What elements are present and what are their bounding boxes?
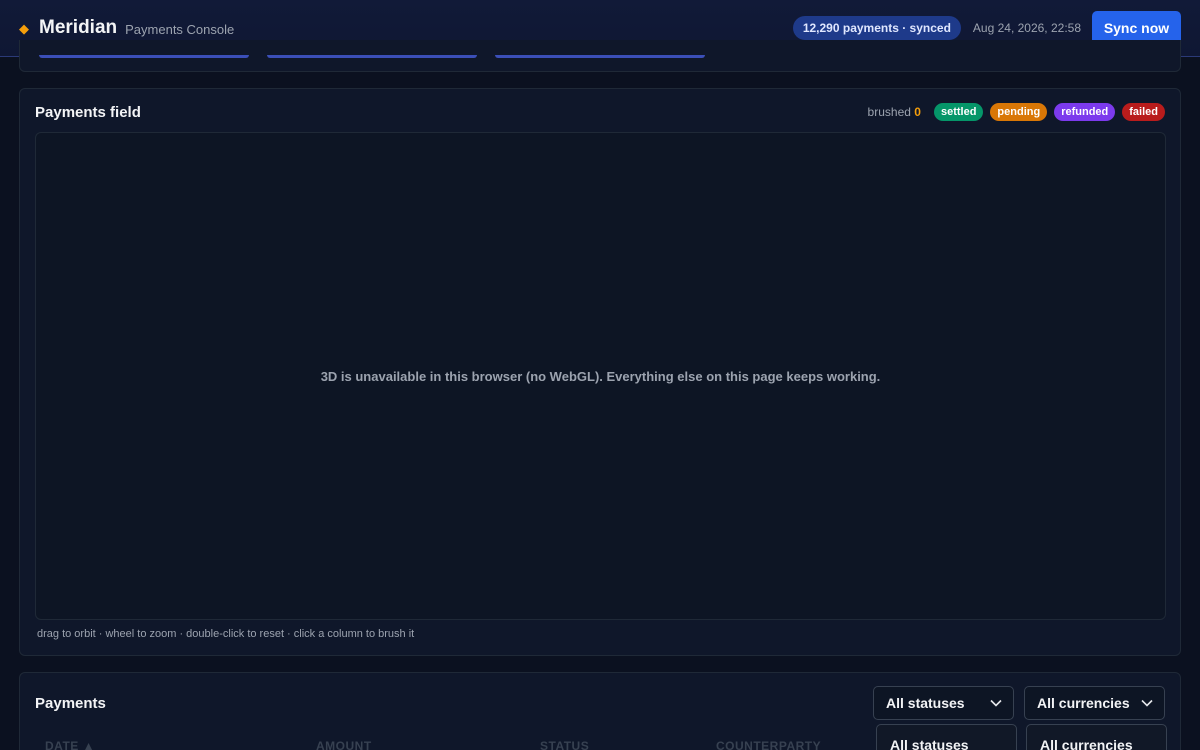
status-filter-value: All statuses: [886, 695, 965, 711]
column-header-status[interactable]: STATUS: [540, 739, 589, 750]
payments-field-panel: Payments field brushed 0 settled pending…: [19, 88, 1181, 656]
summary-tab-3[interactable]: [495, 55, 705, 58]
status-legend: brushed 0 settled pending refunded faile…: [868, 103, 1165, 121]
payments-title: Payments: [35, 695, 106, 712]
summary-tab-1[interactable]: [39, 55, 249, 58]
legend-chip-failed[interactable]: failed: [1122, 103, 1165, 121]
brand-subtitle: Payments Console: [125, 22, 235, 37]
payments-panel: Payments All statuses All currencies DAT…: [19, 672, 1181, 750]
webgl-fallback-message: 3D is unavailable in this browser (no We…: [320, 368, 881, 384]
legend-chip-pending[interactable]: pending: [990, 103, 1048, 121]
brushed-counter: brushed 0: [868, 105, 921, 119]
currency-filter-select[interactable]: All currencies: [1024, 686, 1165, 720]
payments-field-title: Payments field: [35, 104, 141, 121]
sync-timestamp: Aug 24, 2026, 22:58: [972, 21, 1081, 35]
currency-filter-value: All currencies: [1037, 695, 1130, 711]
legend-chip-settled[interactable]: settled: [933, 103, 984, 121]
currency-options-dropdown[interactable]: All currencies: [1026, 724, 1167, 750]
payments-filters: All statuses All currencies: [873, 686, 1165, 720]
summary-tab-2[interactable]: [267, 55, 477, 58]
3d-canvas-area[interactable]: 3D is unavailable in this browser (no We…: [35, 132, 1166, 620]
brand-name: Meridian: [39, 17, 118, 38]
brushed-label: brushed: [867, 105, 911, 119]
chevron-down-icon: [1141, 699, 1153, 707]
status-option-all[interactable]: All statuses: [890, 737, 969, 750]
status-filter-select[interactable]: All statuses: [873, 686, 1014, 720]
column-header-counterparty[interactable]: COUNTERPARTY: [716, 739, 821, 750]
column-header-date[interactable]: DATE ▲: [45, 739, 95, 750]
legend-chip-refunded[interactable]: refunded: [1054, 103, 1116, 121]
interaction-hint: drag to orbit · wheel to zoom · double-c…: [37, 628, 415, 640]
status-options-dropdown[interactable]: All statuses: [876, 724, 1017, 750]
sync-status-badge: 12,290 payments · synced: [792, 16, 961, 40]
summary-panel: [19, 40, 1181, 72]
brushed-count: 0: [914, 105, 921, 119]
column-header-amount[interactable]: AMOUNT: [316, 739, 372, 750]
diamond-logo-icon: ◆: [19, 20, 29, 36]
currency-option-all[interactable]: All currencies: [1040, 737, 1133, 750]
chevron-down-icon: [990, 699, 1002, 707]
